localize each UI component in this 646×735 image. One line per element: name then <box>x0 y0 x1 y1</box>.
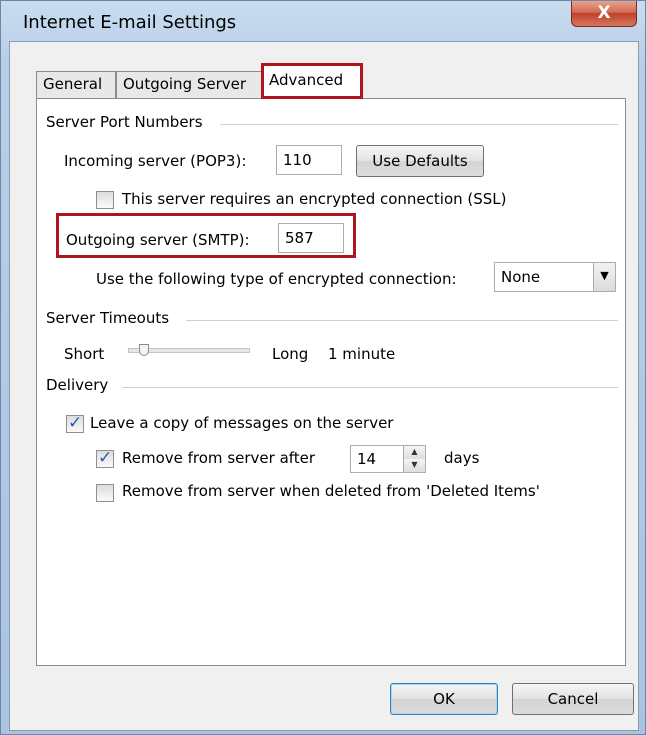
title-bar[interactable]: Internet E-mail Settings X <box>1 1 646 41</box>
encryption-type-select[interactable]: None ▼ <box>494 262 616 292</box>
close-icon: X <box>597 3 611 23</box>
group-title-delivery: Delivery <box>46 376 115 394</box>
spin-up-icon[interactable]: ▲ <box>404 446 425 459</box>
remove-after-days-value: 14 <box>357 450 377 468</box>
timeout-short-label: Short <box>64 345 105 363</box>
tab-outgoing-server[interactable]: Outgoing Server <box>116 71 262 98</box>
days-label: days <box>444 449 480 467</box>
leave-copy-checkbox[interactable]: ✓ <box>66 413 84 433</box>
encryption-type-value: None <box>501 268 541 286</box>
group-divider <box>220 124 618 125</box>
remove-deleted-label: Remove from server when deleted from 'De… <box>122 482 540 500</box>
window-title: Internet E-mail Settings <box>23 12 237 33</box>
timeout-long-label: Long <box>272 345 309 363</box>
cancel-button[interactable]: Cancel <box>512 683 634 715</box>
remove-after-label: Remove from server after <box>122 449 316 467</box>
encryption-type-label: Use the following type of encrypted conn… <box>96 270 457 288</box>
tab-general[interactable]: General <box>36 71 116 98</box>
remove-after-checkbox[interactable]: ✓ <box>96 448 114 468</box>
checkmark-icon: ✓ <box>68 413 83 433</box>
ssl-checkbox-label: This server requires an encrypted connec… <box>122 190 507 208</box>
group-divider <box>122 387 618 388</box>
use-defaults-button[interactable]: Use Defaults <box>356 145 484 177</box>
ssl-checkbox[interactable] <box>96 191 114 209</box>
incoming-server-label: Incoming server (POP3): <box>64 152 247 170</box>
highlight-advanced-tab <box>261 63 363 99</box>
incoming-port-input[interactable]: 110 <box>276 145 342 175</box>
spin-down-icon[interactable]: ▼ <box>404 459 425 472</box>
timeout-slider-thumb[interactable] <box>139 344 149 356</box>
close-button[interactable]: X <box>571 1 637 27</box>
chevron-down-icon[interactable]: ▼ <box>593 263 615 291</box>
highlight-outgoing-smtp <box>56 213 356 258</box>
checkmark-icon: ✓ <box>98 448 113 468</box>
timeout-value: 1 minute <box>328 345 396 363</box>
days-spinner[interactable]: ▲ ▼ <box>403 446 425 472</box>
leave-copy-label: Leave a copy of messages on the server <box>90 414 394 432</box>
advanced-panel <box>36 98 626 666</box>
group-divider <box>186 320 618 321</box>
ok-button[interactable]: OK <box>390 683 498 715</box>
group-title-server-timeouts: Server Timeouts <box>46 309 176 327</box>
group-title-server-ports: Server Port Numbers <box>46 113 209 131</box>
remove-after-days-stepper[interactable]: 14 ▲ ▼ <box>350 445 426 473</box>
remove-deleted-checkbox[interactable] <box>96 484 114 502</box>
